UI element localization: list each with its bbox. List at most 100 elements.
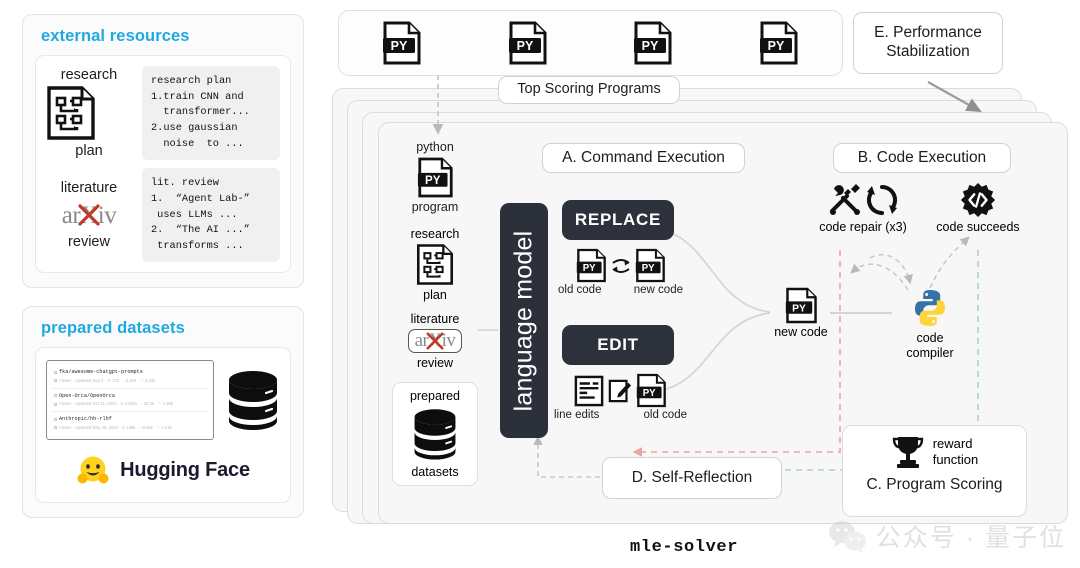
- section-e-performance-stabilization: E. Performance Stabilization: [853, 12, 1003, 74]
- input-label-bottom: datasets: [411, 465, 459, 479]
- input-label-bottom: review: [416, 356, 454, 370]
- arxiv-logo-icon: arXiv: [392, 329, 478, 353]
- dataset-bullet-icon: [54, 370, 57, 374]
- top-scoring-programs-label: Top Scoring Programs: [498, 76, 680, 104]
- code-gear-icon: [928, 182, 1028, 218]
- swap-arrows-icon: [609, 254, 633, 278]
- prepared-datasets-body: fka/awesome-chatgpt-prompts Viewer · Upd…: [35, 347, 291, 503]
- dataset-name: Anthropic/hh-rlhf: [59, 416, 112, 423]
- left-resources-column: external resources research plan researc…: [22, 14, 304, 518]
- input-label-top: prepared: [409, 389, 461, 403]
- input-column: python PY program research plan literatu…: [392, 140, 478, 486]
- dataset-meta: Viewer · Updated Sep 3 · ⟳ 173 · ↓ 5,344…: [59, 377, 156, 383]
- edit-command-button[interactable]: EDIT: [562, 325, 674, 365]
- dataset-meta: Viewer · Updated Oct 21, 2023 · ⟳ 2.91M …: [59, 401, 173, 407]
- external-resources-body: research plan research plan 1.train CNN …: [35, 55, 291, 274]
- code-compiler-node: code compiler: [892, 288, 968, 361]
- svg-text:PY: PY: [641, 263, 654, 274]
- language-model-label: language model: [509, 230, 538, 411]
- pencil-edit-icon: [608, 378, 632, 404]
- section-c-program-scoring-card: reward function C. Program Scoring: [842, 425, 1027, 517]
- input-item-prepared-datasets: prepared datasets: [392, 382, 478, 486]
- code-repair-caption: code repair (x3): [819, 220, 907, 234]
- list-item[interactable]: fka/awesome-chatgpt-prompts Viewer · Upd…: [52, 365, 208, 388]
- svg-text:PY: PY: [792, 303, 806, 314]
- resource-label-bottom: review: [68, 234, 110, 251]
- arrow-selfreflection-to-lm: [533, 435, 600, 478]
- dataset-name: fka/awesome-chatgpt-prompts: [59, 369, 143, 376]
- arxiv-wordmark: arXiv: [414, 330, 456, 351]
- replace-command-button[interactable]: REPLACE: [562, 200, 674, 240]
- code-compiler-caption-line2: compiler: [906, 346, 954, 360]
- arxiv-wordmark: arXiv: [61, 201, 117, 229]
- mle-solver-diagram: PY PY PY PY Top Scoring Programs E. Perf…: [330, 0, 1080, 568]
- research-plan-labels: research plan: [46, 66, 132, 160]
- external-resources-panel: external resources research plan researc…: [22, 14, 304, 289]
- reward-function-line2: function: [932, 452, 979, 467]
- replace-operand-caption: new code: [633, 284, 683, 296]
- dataset-list: fka/awesome-chatgpt-prompts Viewer · Upd…: [46, 360, 214, 440]
- prepared-datasets-panel: prepared datasets fka/awesome-chatgpt-pr…: [22, 306, 304, 518]
- dataset-meta: Viewer · Updated May 26, 2023 · ⟳ 169k ·…: [59, 424, 172, 430]
- replace-operands: PY PY old code new code: [558, 248, 683, 296]
- input-item-python-program: python PY program: [392, 140, 478, 215]
- python-file-icon: PY: [392, 157, 478, 198]
- resource-label-bottom: plan: [75, 143, 103, 160]
- dataset-name: Open-Orca/OpenOrca: [59, 392, 115, 399]
- input-label-top: literature: [410, 312, 460, 326]
- trophy-icon: [891, 434, 925, 470]
- hugging-face-brand: Hugging Face: [46, 454, 280, 488]
- python-file-icon: PY: [576, 248, 607, 283]
- dataset-bullet-icon: [54, 394, 57, 398]
- python-file-icon: PY: [636, 373, 667, 408]
- section-b-code-execution: B. Code Execution: [833, 143, 1011, 173]
- python-logo-icon: [892, 288, 968, 328]
- literature-review-code-text: lit. review 1. “Agent Lab-” uses LLMs ..…: [142, 168, 280, 263]
- resource-row-literature-review: literature arXiv review lit. review 1. “…: [46, 168, 280, 263]
- input-label-top: research: [410, 227, 460, 241]
- database-stack-icon: [397, 407, 473, 461]
- viewer-badge-icon: [54, 426, 57, 430]
- svg-text:PY: PY: [425, 175, 441, 187]
- arrow-stabilization-to-stack: [927, 81, 982, 113]
- python-file-icon: PY: [635, 248, 666, 283]
- code-repair-node: code repair (x3): [808, 182, 918, 234]
- edit-operand-caption: old code: [643, 409, 687, 421]
- hugging-face-emoji-icon: [77, 456, 109, 484]
- resource-label-top: research: [60, 67, 118, 83]
- code-succeeds-node: code succeeds: [928, 182, 1028, 234]
- edit-operand-caption: line edits: [554, 409, 600, 421]
- code-compiler-caption-line1: code: [916, 331, 944, 345]
- arxiv-logo-icon: arXiv: [46, 198, 132, 232]
- reward-function-line1: reward: [932, 435, 973, 451]
- input-item-research-plan: research plan: [392, 227, 478, 302]
- arrow-compiler-to-succeeds: [929, 236, 970, 289]
- viewer-badge-icon: [54, 402, 57, 406]
- input-item-literature-review: literature arXiv review: [392, 312, 478, 370]
- arrow-compiler-to-repair: [850, 263, 909, 291]
- prepared-datasets-title: prepared datasets: [41, 319, 185, 338]
- resource-row-research-plan: research plan research plan 1.train CNN …: [46, 66, 280, 161]
- research-plan-code-text: research plan 1.train CNN and transforme…: [142, 66, 280, 161]
- list-item[interactable]: Anthropic/hh-rlhf Viewer · Updated May 2…: [52, 411, 208, 435]
- tools-refresh-icon: [808, 182, 918, 218]
- section-d-self-reflection: D. Self-Reflection: [602, 457, 782, 499]
- svg-text:PY: PY: [582, 263, 595, 274]
- python-file-icon: PY: [773, 287, 829, 324]
- code-succeeds-caption: code succeeds: [936, 220, 1020, 234]
- input-label-bottom: plan: [423, 288, 447, 302]
- new-code-node: PY new code: [773, 287, 829, 339]
- replace-operand-caption: old code: [558, 284, 602, 296]
- svg-text:PY: PY: [643, 388, 656, 399]
- input-label-bottom: program: [411, 200, 459, 214]
- external-resources-title: external resources: [41, 27, 190, 45]
- line-edits-icon: [574, 375, 604, 407]
- list-item[interactable]: Open-Orca/OpenOrca Viewer · Updated Oct …: [52, 387, 208, 412]
- arrow-repair-to-compiler: [869, 253, 913, 285]
- dataset-bullet-icon: [54, 417, 57, 421]
- literature-review-labels: literature arXiv review: [46, 179, 132, 251]
- resource-label-top: literature: [60, 180, 118, 197]
- research-plan-document-icon: [392, 243, 478, 286]
- input-label-top: python: [416, 140, 454, 154]
- section-a-command-execution: A. Command Execution: [542, 143, 745, 173]
